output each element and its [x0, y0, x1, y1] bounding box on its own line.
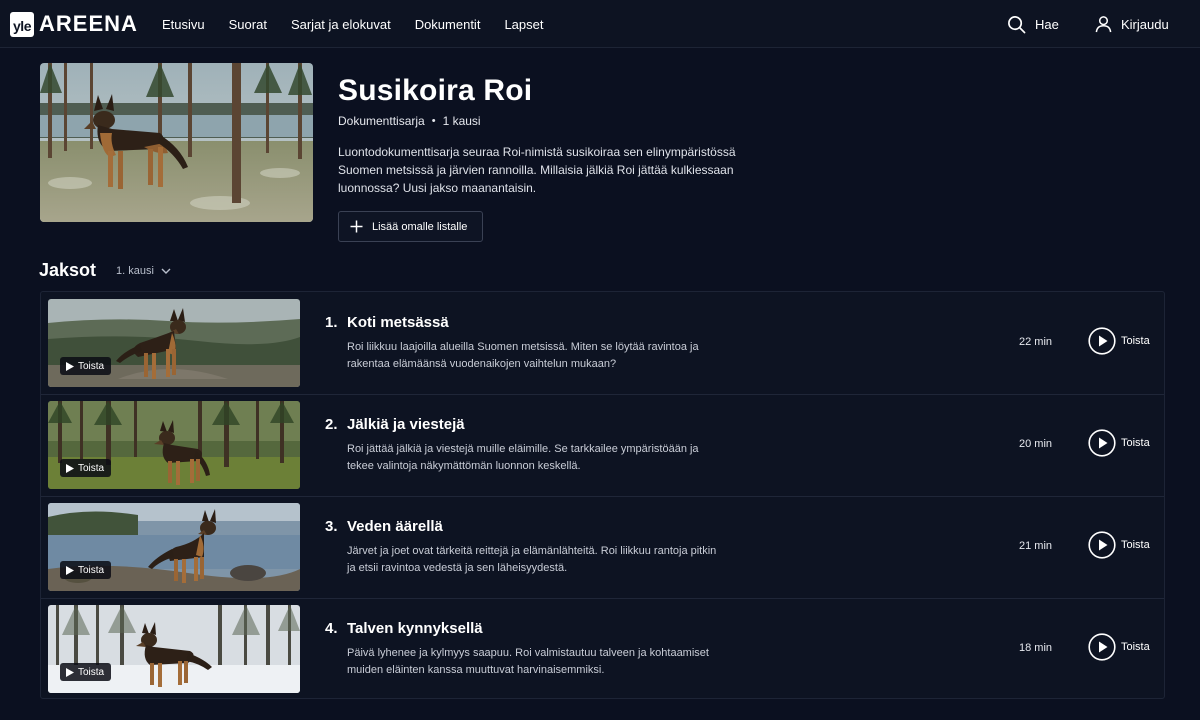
episode-thumbnail[interactable]: Toista [48, 401, 300, 489]
play-icon [66, 565, 74, 575]
episode-play-label: Toista [1121, 437, 1150, 449]
episode-play-button[interactable]: Toista [1088, 429, 1150, 457]
thumbnail-play-button[interactable]: Toista [60, 561, 112, 579]
thumbnail-play-label: Toista [78, 564, 105, 576]
top-navigation-bar: yle AREENA Etusivu Suorat Sarjat ja elok… [0, 0, 1200, 48]
search-icon [1008, 15, 1026, 33]
episode-title-text: Veden äärellä [347, 518, 443, 535]
episode-duration: 18 min [1019, 642, 1053, 654]
thumbnail-play-button[interactable]: Toista [60, 357, 112, 375]
search-label: Hae [1035, 16, 1059, 32]
episode-description: Roi jättää jälkiä ja viestejä muille elä… [347, 443, 699, 472]
episode-number: 4. [325, 620, 338, 637]
main-nav: Etusivu Suorat Sarjat ja elokuvat Dokume… [162, 0, 567, 48]
episode-title[interactable]: 4. Talven kynnyksellä [325, 620, 483, 637]
episode-title[interactable]: 2. Jälkiä ja viestejä [325, 416, 465, 433]
play-icon [66, 463, 74, 473]
play-circle-icon [1088, 429, 1116, 457]
nav-item-dokumentit[interactable]: Dokumentit [415, 17, 481, 32]
episode-play-label: Toista [1121, 641, 1150, 653]
meta-separator: • [431, 115, 436, 127]
plus-icon [350, 220, 363, 233]
episode-number: 1. [325, 314, 338, 331]
episode-list: Toista 1. Koti metsässä Roi liikkuu laaj… [40, 291, 1165, 699]
episode-title-text: Jälkiä ja viestejä [347, 416, 465, 433]
areena-logo-text: AREENA [39, 11, 138, 36]
episode-title[interactable]: 3. Veden äärellä [325, 518, 443, 535]
episode-play-label: Toista [1121, 539, 1150, 551]
episode-number: 2. [325, 416, 338, 433]
episode-thumbnail[interactable]: Toista [48, 605, 300, 693]
series-hero-image [40, 63, 313, 222]
episode-description: Järvet ja joet ovat tärkeitä reittejä ja… [347, 545, 717, 574]
play-circle-icon [1088, 531, 1116, 559]
episode-row[interactable]: Toista 3. Veden äärellä Järvet ja joet o… [41, 496, 1164, 598]
series-meta: Dokumenttisarja • 1 kausi [338, 114, 481, 128]
season-selector-label: 1. kausi [116, 265, 154, 277]
login-button[interactable]: Kirjaudu [1095, 0, 1169, 48]
login-label: Kirjaudu [1121, 16, 1169, 32]
episode-row[interactable]: Toista 4. Talven kynnyksellä Päivä lyhen… [41, 598, 1164, 700]
thumbnail-play-label: Toista [78, 666, 105, 678]
search-button[interactable]: Hae [1007, 0, 1059, 48]
thumbnail-play-label: Toista [78, 360, 105, 372]
episode-thumbnail[interactable]: Toista [48, 503, 300, 591]
nav-item-sarjat-ja-elokuvat[interactable]: Sarjat ja elokuvat [291, 17, 391, 32]
episode-row[interactable]: Toista 1. Koti metsässä Roi liikkuu laaj… [41, 292, 1164, 394]
nav-item-suorat[interactable]: Suorat [229, 17, 267, 32]
episode-number: 3. [325, 518, 338, 535]
episode-title-text: Koti metsässä [347, 314, 449, 331]
episodes-heading: Jaksot [39, 260, 97, 280]
play-circle-icon [1088, 327, 1116, 355]
episode-play-button[interactable]: Toista [1088, 633, 1150, 661]
episode-thumbnail[interactable]: Toista [48, 299, 300, 387]
nav-item-lapset[interactable]: Lapset [504, 17, 543, 32]
series-description: Luontodokumenttisarja seuraa Roi-nimistä… [338, 145, 736, 195]
episode-duration: 20 min [1019, 438, 1053, 450]
series-season-count: 1 kausi [442, 114, 481, 128]
thumbnail-play-button[interactable]: Toista [60, 459, 112, 477]
episode-play-button[interactable]: Toista [1088, 327, 1150, 355]
thumbnail-play-label: Toista [78, 462, 105, 474]
nav-item-etusivu[interactable]: Etusivu [162, 17, 205, 32]
yle-areena-logo[interactable]: yle AREENA [10, 11, 138, 37]
episode-duration: 22 min [1019, 336, 1053, 348]
episode-row[interactable]: Toista 2. Jälkiä ja viestejä Roi jättää … [41, 394, 1164, 496]
episode-title-text: Talven kynnyksellä [347, 620, 483, 637]
episode-description: Roi liikkuu laajoilla alueilla Suomen me… [347, 341, 699, 370]
add-to-list-button[interactable]: Lisää omalle listalle [338, 211, 483, 242]
chevron-down-icon [161, 268, 171, 274]
play-circle-icon [1088, 633, 1116, 661]
yle-logo-badge: yle [10, 11, 34, 37]
play-icon [66, 361, 74, 371]
episode-duration: 21 min [1019, 540, 1053, 552]
add-to-list-label: Lisää omalle listalle [372, 220, 468, 233]
series-title: Susikoira Roi [338, 74, 533, 107]
thumbnail-play-button[interactable]: Toista [60, 663, 112, 681]
episode-play-label: Toista [1121, 335, 1150, 347]
episode-play-button[interactable]: Toista [1088, 531, 1150, 559]
user-icon [1095, 16, 1112, 33]
episode-title[interactable]: 1. Koti metsässä [325, 314, 449, 331]
play-icon [66, 667, 74, 677]
episode-description: Päivä lyhenee ja kylmyys saapuu. Roi val… [347, 647, 709, 676]
series-type: Dokumenttisarja [338, 114, 425, 128]
season-selector[interactable]: 1. kausi [116, 265, 171, 277]
